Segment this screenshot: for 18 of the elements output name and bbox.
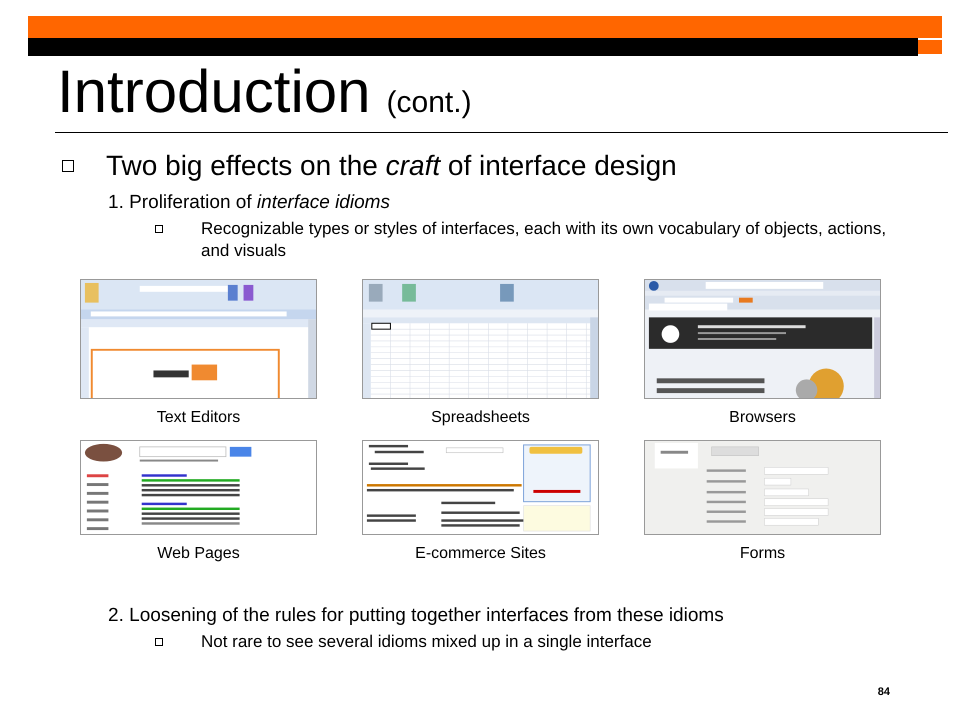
slide-title-suffix: (cont.) <box>386 88 472 118</box>
bullet-text: Recognizable types or styles of interfaces, each with its own vocabulary of objects, actions, and visuals <box>201 218 888 262</box>
numbered-point: 2. Loosening of the rules for putting together interfaces from these idioms <box>108 604 725 628</box>
thumbnail-caption: E-commerce Sites <box>415 544 546 564</box>
thumbnail-caption: Spreadsheets <box>431 408 530 428</box>
bullet-square <box>155 224 163 232</box>
bullet-square <box>155 638 163 646</box>
numbered-point: 1. Proliferation of interface idioms <box>108 191 391 215</box>
header-accent <box>918 40 942 54</box>
slide-title: Introduction <box>57 62 371 122</box>
thumbnail-caption: Web Pages <box>157 544 240 564</box>
page-number: 84 <box>878 685 890 700</box>
thumbnail-caption: Text Editors <box>156 408 240 428</box>
bullet-square <box>62 160 74 172</box>
bullet-text: Two big effects on the craft of interface design <box>106 149 677 183</box>
thumbnail-caption: Forms <box>740 544 786 564</box>
thumbnail-caption: Browsers <box>729 408 796 428</box>
bullet-text: Not rare to see several idioms mixed up in a single interface <box>201 630 652 653</box>
